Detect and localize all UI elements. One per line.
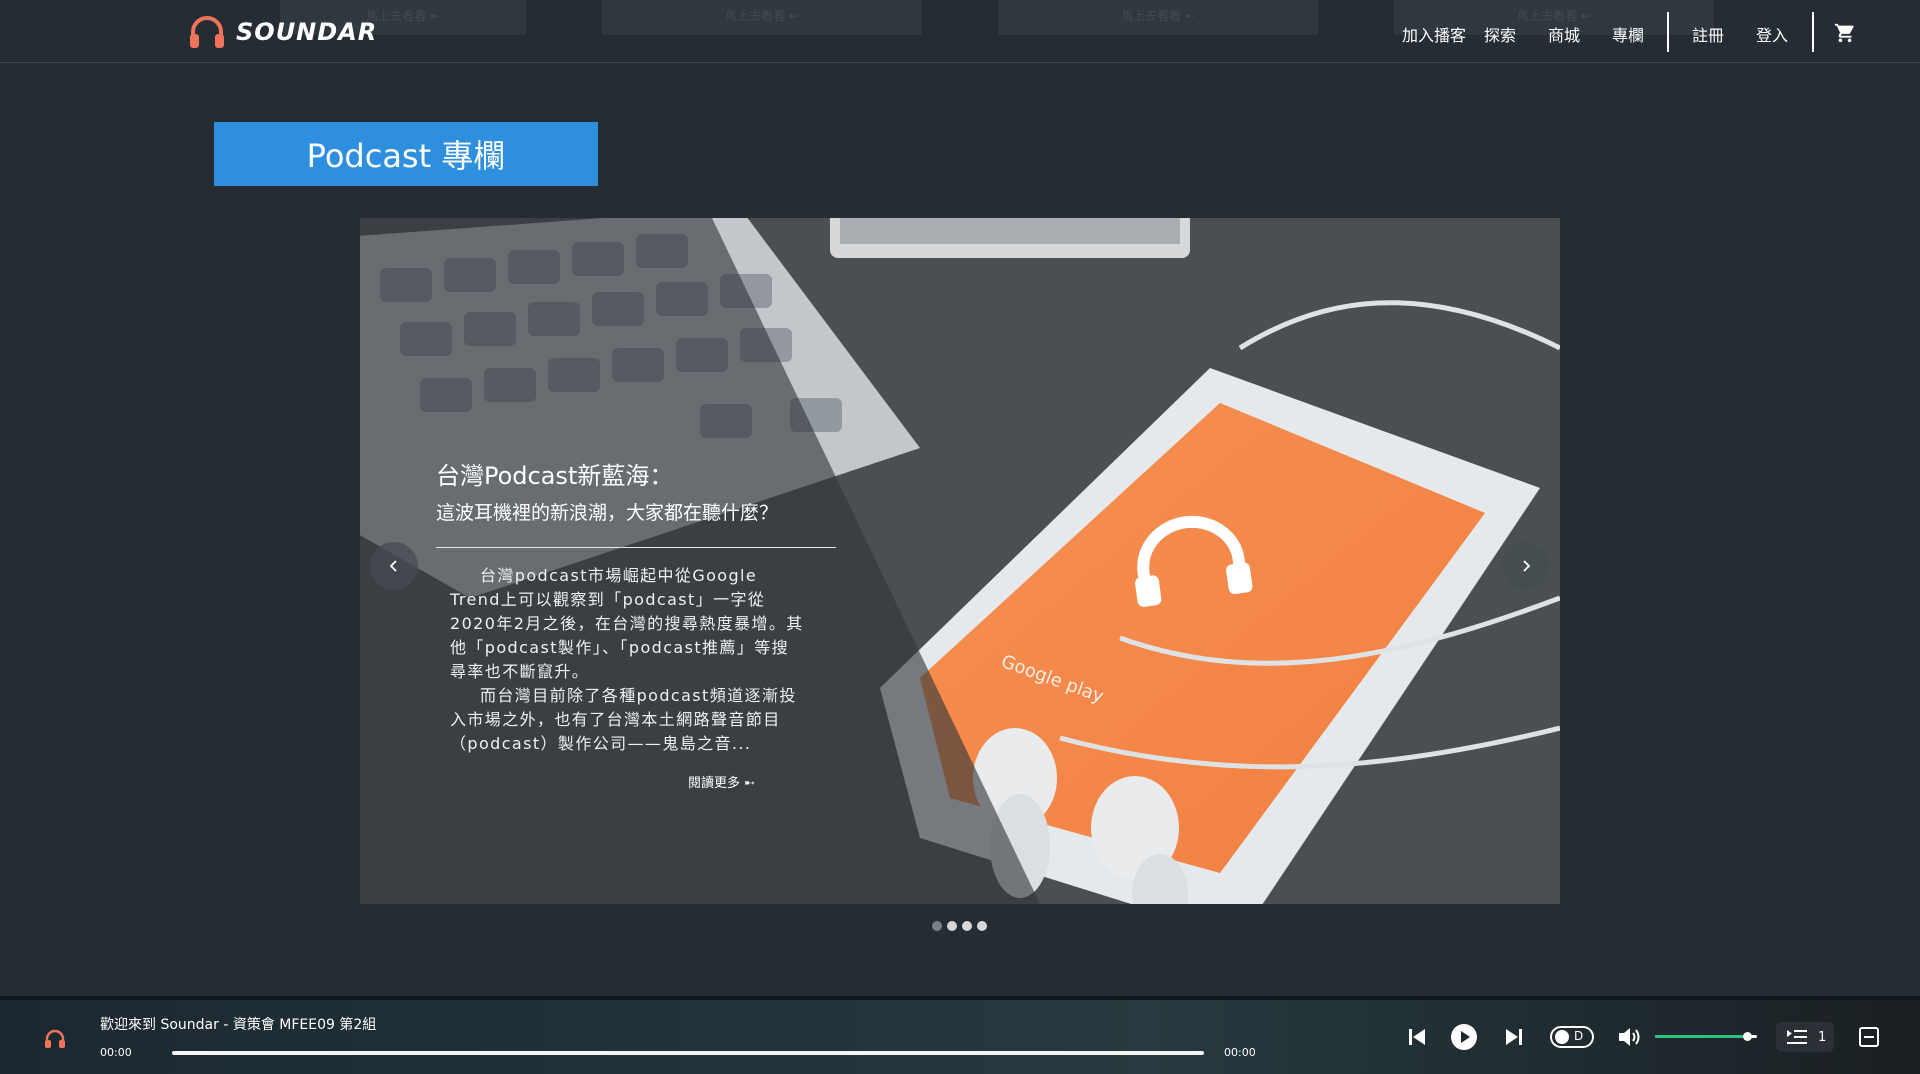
- ghost-card: 馬上去看看 ➸: [998, 0, 1318, 35]
- play-icon[interactable]: [1450, 1023, 1478, 1051]
- minimize-player-icon[interactable]: [1858, 1026, 1880, 1048]
- ghost-card-label: 馬上去看看 ➸: [1121, 9, 1195, 23]
- mode-toggle[interactable]: D: [1550, 1026, 1594, 1048]
- headphones-icon: [45, 1029, 65, 1048]
- top-header: 馬上去看看 ➸ 馬上去看看 ➸ 馬上去看看 ➸ 馬上去看看 ➸ SOUNDAR …: [0, 0, 1920, 63]
- nav-join-podcaster[interactable]: 加入播客: [1402, 22, 1466, 46]
- ghost-card-label: 馬上去看看 ➸: [725, 9, 799, 23]
- read-more-link[interactable]: 閱讀更多 ➸: [688, 772, 755, 791]
- headphones-icon: [190, 16, 224, 48]
- previous-track-icon[interactable]: [1406, 1026, 1428, 1048]
- toggle-label: D: [1574, 1029, 1584, 1043]
- carousel-next-button[interactable]: [1502, 542, 1550, 590]
- volume-fill: [1655, 1035, 1747, 1038]
- slide-excerpt: 台灣podcast市場崛起中從Google Trend上可以觀察到「podcas…: [450, 564, 805, 756]
- toggle-knob: [1555, 1030, 1569, 1044]
- volume-slider[interactable]: [1655, 1032, 1757, 1041]
- slide-text-overlay: [360, 218, 1040, 904]
- progress-bar[interactable]: [172, 1051, 1204, 1055]
- queue-count: 1: [1818, 1029, 1827, 1045]
- carousel-dot[interactable]: [977, 921, 987, 931]
- playlist-icon: [1787, 1030, 1807, 1044]
- nav-divider: [1667, 12, 1669, 52]
- track-title: 歡迎來到 Soundar - 資策會 MFEE09 第2組: [100, 1017, 377, 1033]
- nav-shop[interactable]: 商城: [1548, 22, 1580, 46]
- audio-player-bar: 歡迎來到 Soundar - 資策會 MFEE09 第2組 00:00 00:0…: [0, 996, 1920, 1074]
- volume-icon[interactable]: [1616, 1024, 1642, 1050]
- slide-subtitle: 這波耳機裡的新浪潮，大家都在聽什麼？: [436, 502, 779, 524]
- volume-knob[interactable]: [1742, 1032, 1752, 1041]
- carousel-dot[interactable]: [932, 921, 942, 931]
- nav-login[interactable]: 登入: [1756, 22, 1788, 46]
- nav-divider: [1812, 12, 1814, 52]
- nav-register[interactable]: 註冊: [1692, 22, 1724, 46]
- next-track-icon[interactable]: [1503, 1026, 1525, 1048]
- carousel-dot[interactable]: [962, 921, 972, 931]
- excerpt-paragraph: 而台灣目前除了各種podcast頻道逐漸投入市場之外，也有了台灣本土網路聲音節目…: [450, 686, 797, 753]
- ghost-card: 馬上去看看 ➸: [602, 0, 922, 35]
- excerpt-paragraph: 台灣podcast市場崛起中從Google Trend上可以觀察到「podcas…: [450, 566, 804, 681]
- playlist-queue-button[interactable]: 1: [1776, 1022, 1834, 1052]
- carousel-prev-button[interactable]: [370, 542, 418, 590]
- ghost-card-label: 馬上去看看 ➸: [1517, 9, 1591, 23]
- cart-icon[interactable]: [1834, 22, 1856, 44]
- carousel-dots: [932, 921, 987, 931]
- nav-explore[interactable]: 探索: [1484, 22, 1516, 46]
- chevron-left-icon: [389, 560, 397, 572]
- carousel-dot[interactable]: [947, 921, 957, 931]
- brand-logo[interactable]: SOUNDAR: [188, 14, 377, 50]
- chevron-right-icon: [1523, 560, 1531, 572]
- slide-title: 台灣Podcast新藍海：: [436, 462, 674, 490]
- time-total: 00:00: [1224, 1046, 1256, 1059]
- nav-column[interactable]: 專欄: [1612, 22, 1644, 46]
- podcast-column-button[interactable]: Podcast 專欄: [214, 122, 598, 186]
- slide-divider: [436, 547, 836, 548]
- brand-name: SOUNDAR: [236, 18, 378, 46]
- featured-carousel: Google play 台灣Podcast新藍海： 這波耳機裡的新浪潮，大家都在…: [360, 218, 1560, 904]
- time-current: 00:00: [100, 1046, 132, 1059]
